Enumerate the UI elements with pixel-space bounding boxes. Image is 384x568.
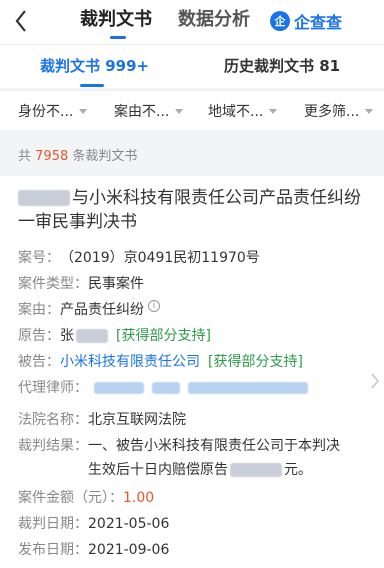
amount-value: 1.00 xyxy=(123,490,155,506)
redacted-name xyxy=(18,190,70,206)
result-row: 裁判结果： 一、被告小米科技有限责任公司于本判决 xyxy=(18,436,340,456)
case-type-label: 案件类型： xyxy=(18,276,88,292)
subtab-current-judgments[interactable]: 裁判文书 999+ xyxy=(40,55,149,77)
judge-date-value: 2021-05-06 xyxy=(88,516,170,532)
redacted-lawyer xyxy=(94,382,144,394)
result-line1: 一、被告小米科技有限责任公司于本判决 xyxy=(88,438,340,454)
back-arrow-icon[interactable] xyxy=(14,6,28,36)
top-header: 裁判文书 数据分析 企 企查查 xyxy=(0,0,384,44)
plaintiff-result-tag: [获得部分支持] xyxy=(116,328,211,344)
plaintiff-name: 张 xyxy=(60,328,74,344)
case-type-value: 民事案件 xyxy=(88,276,144,292)
judge-date-row: 裁判日期： 2021-05-06 xyxy=(18,514,169,534)
defendant-result-tag: [获得部分支持] xyxy=(208,354,303,370)
defendant-label: 被告： xyxy=(18,354,60,370)
tab-data-analysis[interactable]: 数据分析 xyxy=(178,8,250,32)
lawyer-label: 代理律师： xyxy=(18,380,88,396)
count-number: 7958 xyxy=(35,149,69,164)
filter-region-label: 地域不... xyxy=(208,104,264,120)
judge-date-label: 裁判日期： xyxy=(18,516,88,532)
amount-row: 案件金额（元）： 1.00 xyxy=(18,488,154,508)
case-number-label: 案号： xyxy=(18,250,60,266)
tab-active-indicator xyxy=(110,36,126,39)
cause-value: 产品责任纠纷 xyxy=(60,302,144,318)
publish-date-value: 2021-09-06 xyxy=(88,542,170,558)
publish-date-label: 发布日期： xyxy=(18,542,88,558)
court-row: 法院名称： 北京互联网法院 xyxy=(18,410,186,430)
amount-label: 案件金额（元）： xyxy=(18,490,123,506)
caret-down-icon xyxy=(365,108,374,114)
info-icon[interactable]: i xyxy=(148,300,160,312)
redacted-name xyxy=(76,329,108,343)
result-line2: 生效后十日内赔偿原告 xyxy=(88,462,228,478)
result-count-bar: 共 7958 条裁判文书 xyxy=(0,131,384,171)
count-suffix: 条裁判文书 xyxy=(72,149,138,164)
brand: 企 企查查 xyxy=(270,10,342,32)
cause-label: 案由： xyxy=(18,302,60,318)
redacted-lawyer xyxy=(188,382,308,394)
lawyer-row: 代理律师： xyxy=(18,378,308,398)
filter-more-label: 更多筛... xyxy=(304,104,360,120)
defendant-row: 被告： 小米科技有限责任公司 [获得部分支持] xyxy=(18,352,303,372)
result-label: 裁判结果： xyxy=(18,438,88,454)
judgment-title[interactable]: 与小米科技有限责任公司产品责任纠纷一审民事判决书 xyxy=(18,186,368,234)
subtab-active-indicator xyxy=(80,84,104,87)
plaintiff-label: 原告： xyxy=(18,328,60,344)
defendant-name-link[interactable]: 小米科技有限责任公司 xyxy=(60,352,200,372)
judgment-card[interactable]: 与小米科技有限责任公司产品责任纠纷一审民事判决书 案号： （2019）京0491… xyxy=(0,176,384,568)
result-count: 共 7958 条裁判文书 xyxy=(18,145,137,164)
brand-logo-icon: 企 xyxy=(270,11,290,31)
case-type-row: 案件类型： 民事案件 xyxy=(18,274,144,294)
tab-judgments[interactable]: 裁判文书 xyxy=(80,8,152,32)
brand-name: 企查查 xyxy=(294,13,343,32)
subtab-historical-judgments[interactable]: 历史裁判文书 81 xyxy=(224,55,340,77)
filter-bar: 身份不... 案由不... 地域不... 更多筛... xyxy=(0,90,384,130)
subtab-bar: 裁判文书 999+ 历史裁判文书 81 xyxy=(0,44,384,88)
court-value: 北京互联网法院 xyxy=(88,412,186,428)
filter-region[interactable]: 地域不... xyxy=(208,101,278,121)
result-row-cont: 生效后十日内赔偿原告 元。 xyxy=(88,460,312,480)
cause-row: 案由： 产品责任纠纷 i xyxy=(18,300,160,320)
court-label: 法院名称： xyxy=(18,412,88,428)
filter-cause-label: 案由不... xyxy=(114,104,170,120)
filter-cause[interactable]: 案由不... xyxy=(114,101,184,121)
redacted-lawyer xyxy=(152,382,180,394)
case-number-row: 案号： （2019）京0491民初11970号 xyxy=(18,248,260,268)
redacted-amount xyxy=(230,463,282,477)
plaintiff-row: 原告： 张 [获得部分支持] xyxy=(18,326,211,346)
filter-identity-label: 身份不... xyxy=(18,104,74,120)
caret-down-icon xyxy=(79,108,88,114)
filter-identity[interactable]: 身份不... xyxy=(18,101,88,121)
redacted-lawyers xyxy=(94,378,308,398)
publish-date-row: 发布日期： 2021-09-06 xyxy=(18,540,169,560)
case-number-value: （2019）京0491民初11970号 xyxy=(60,250,260,266)
chevron-right-icon[interactable] xyxy=(370,372,380,394)
filter-more[interactable]: 更多筛... xyxy=(304,101,374,121)
count-prefix: 共 xyxy=(18,149,32,164)
caret-down-icon xyxy=(175,108,184,114)
caret-down-icon xyxy=(269,108,278,114)
result-line2-end: 元。 xyxy=(284,462,312,478)
